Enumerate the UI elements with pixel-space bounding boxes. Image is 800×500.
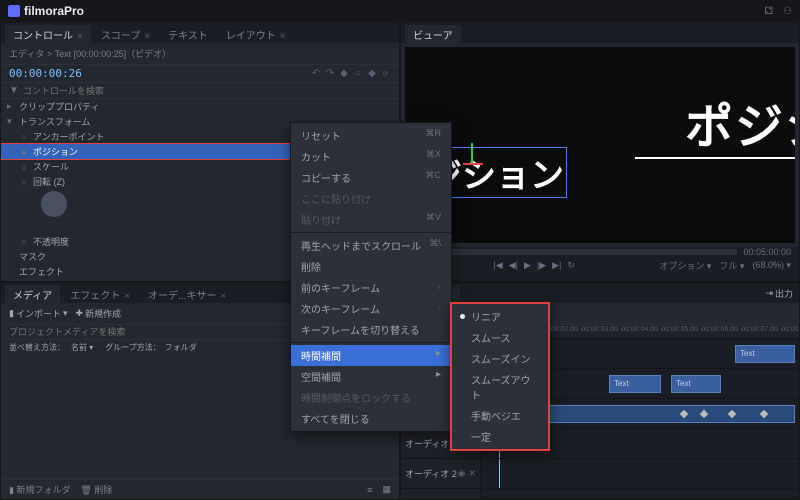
logo-icon (8, 5, 20, 17)
step-fwd-icon[interactable]: |▶ (537, 260, 546, 271)
undo-icon[interactable]: ↶ (311, 68, 321, 79)
gizmo-y-axis-icon[interactable] (471, 143, 473, 163)
context-menu-item[interactable]: 前のキーフレーム, (291, 277, 451, 298)
kf-jump-icon[interactable]: ▹ (381, 68, 391, 79)
tab-layout[interactable]: レイアウト× (218, 25, 294, 43)
tab-viewer[interactable]: ビューア (405, 25, 461, 43)
cart-icon[interactable]: ⚁ (764, 6, 773, 17)
goto-end-icon[interactable]: ▶| (552, 260, 561, 271)
clip-video2-2[interactable]: Text (609, 375, 661, 393)
submenu-item[interactable]: 一定 (452, 426, 548, 447)
play-icon[interactable]: ▶ (524, 260, 531, 271)
context-submenu-temporal-interp: リニアスムーススムーズインスムーズアウト手動ベジエ一定 (450, 302, 550, 451)
sort-label: 並べ替え方法： (9, 342, 65, 353)
kf-next-icon[interactable]: ◆ (367, 68, 377, 79)
tab-text[interactable]: テキスト (160, 25, 216, 43)
loop-icon[interactable]: ↻ (567, 260, 575, 271)
app-logo: filmoraPro (8, 4, 84, 18)
control-search-input[interactable] (23, 86, 391, 96)
funnel-icon[interactable]: ▼ (9, 85, 19, 96)
tab-effects[interactable]: エフェクト× (62, 285, 138, 303)
kf-toggle-icon[interactable]: ○ (353, 68, 363, 79)
sort-dropdown[interactable]: 名前 ▾ (71, 342, 93, 353)
new-button[interactable]: ✚ 新規作成 (76, 307, 122, 320)
preview-line (635, 157, 795, 159)
context-menu-item: ここに貼り付け (291, 188, 451, 209)
group-dropdown[interactable]: フォルダ (165, 342, 197, 353)
control-timecode[interactable]: 00:00:00:26 (9, 67, 82, 80)
context-menu: リセット⌘Rカット⌘Xコピーする⌘Cここに貼り付け貼り付け⌘V 再生ヘッドまでスク… (290, 122, 452, 432)
tab-control[interactable]: コントロール× (5, 25, 91, 43)
submenu-item[interactable]: リニア (452, 306, 548, 327)
preview-text-large: ポジシ (685, 87, 795, 157)
export-button[interactable]: ⇥出力 (765, 287, 793, 300)
context-menu-item: 貼り付け⌘V (291, 209, 451, 230)
context-menu-item[interactable]: リセット⌘R (291, 125, 451, 146)
context-menu-item[interactable]: カット⌘X (291, 146, 451, 167)
folder-icon: ▮ (9, 308, 14, 319)
clip-video3-2[interactable]: Text (735, 345, 795, 363)
context-menu-item[interactable]: 削除 (291, 256, 451, 277)
plus-icon: ✚ (76, 308, 84, 319)
view-list-icon[interactable]: ≡ (367, 485, 372, 495)
context-menu-item[interactable]: すべてを閉じる (291, 408, 451, 429)
tab-audio-mixer[interactable]: オーデ...キサー× (140, 285, 234, 303)
app-title-bar: filmoraPro ⚁ ⚇ (0, 0, 800, 22)
speaker-icon[interactable]: ◉ (458, 468, 466, 479)
context-menu-item[interactable]: キーフレームを切り替える (291, 319, 451, 340)
submenu-item[interactable]: スムース (452, 327, 548, 348)
prop-clip-properties[interactable]: ▸クリッププロパティ (1, 99, 399, 114)
context-menu-item[interactable]: 再生ヘッドまでスクロール⌘\ (291, 235, 451, 256)
control-breadcrumb: エディタ > Text [00:00:00:25]（ビデオ） (1, 43, 399, 65)
export-icon: ⇥ (765, 288, 773, 299)
kf-prev-icon[interactable]: ◆ (339, 68, 349, 79)
context-menu-item[interactable]: 次のキーフレーム. (291, 298, 451, 319)
tab-scope[interactable]: スコープ× (93, 25, 158, 43)
viewer-options-dropdown[interactable]: オプション ▾ (659, 259, 711, 272)
step-back-icon[interactable]: ◀| (509, 260, 518, 271)
submenu-item[interactable]: スムーズアウト (452, 369, 548, 405)
app-name: filmoraPro (24, 4, 84, 18)
submenu-item[interactable]: スムーズイン (452, 348, 548, 369)
context-menu-item[interactable]: 時間補間▸ (291, 345, 451, 366)
delete-button[interactable]: 🗑 削除 (80, 483, 112, 496)
context-menu-item[interactable]: 空間補間▸ (291, 366, 451, 387)
viewer-zoom-dropdown[interactable]: (68.0%) ▾ (752, 260, 791, 271)
viewer-timecode-right: 00:05:00:00 (743, 247, 791, 257)
context-menu-item[interactable]: コピーする⌘C (291, 167, 451, 188)
control-panel-tabs: コントロール× スコープ× テキスト レイアウト× (1, 23, 399, 43)
redo-icon[interactable]: ↷ (325, 68, 335, 79)
viewer-canvas[interactable]: ポジシ ゚ジション (405, 47, 795, 243)
new-folder-button[interactable]: ▮ 新規フォルダ (9, 483, 70, 496)
user-icon[interactable]: ⚇ (783, 6, 792, 17)
view-grid-icon[interactable]: ▦ (382, 484, 391, 495)
rotation-wheel[interactable] (41, 191, 67, 217)
goto-start-icon[interactable]: |◀ (493, 260, 502, 271)
viewer-full-dropdown[interactable]: フル ▾ (719, 259, 744, 272)
gizmo-x-axis-icon[interactable] (463, 163, 483, 165)
tab-media[interactable]: メディア (5, 285, 60, 303)
import-button[interactable]: ▮ インポート ▾ (9, 307, 68, 320)
viewer-scrubber[interactable] (428, 249, 738, 255)
viewer-panel: ビューア ポジシ ゚ジション :26 00:05:00:00 |◀ ◀| ▶ |… (400, 22, 800, 282)
context-menu-item: 時間制御点をロックする (291, 387, 451, 408)
group-label: グループ方法： (105, 342, 161, 353)
track-label-audio2[interactable]: オーディオ 2◉✕ (401, 459, 480, 489)
lock-icon[interactable]: ✕ (468, 468, 476, 479)
clip-video2-3[interactable]: Text (671, 375, 721, 393)
submenu-item[interactable]: 手動ベジエ (452, 405, 548, 426)
